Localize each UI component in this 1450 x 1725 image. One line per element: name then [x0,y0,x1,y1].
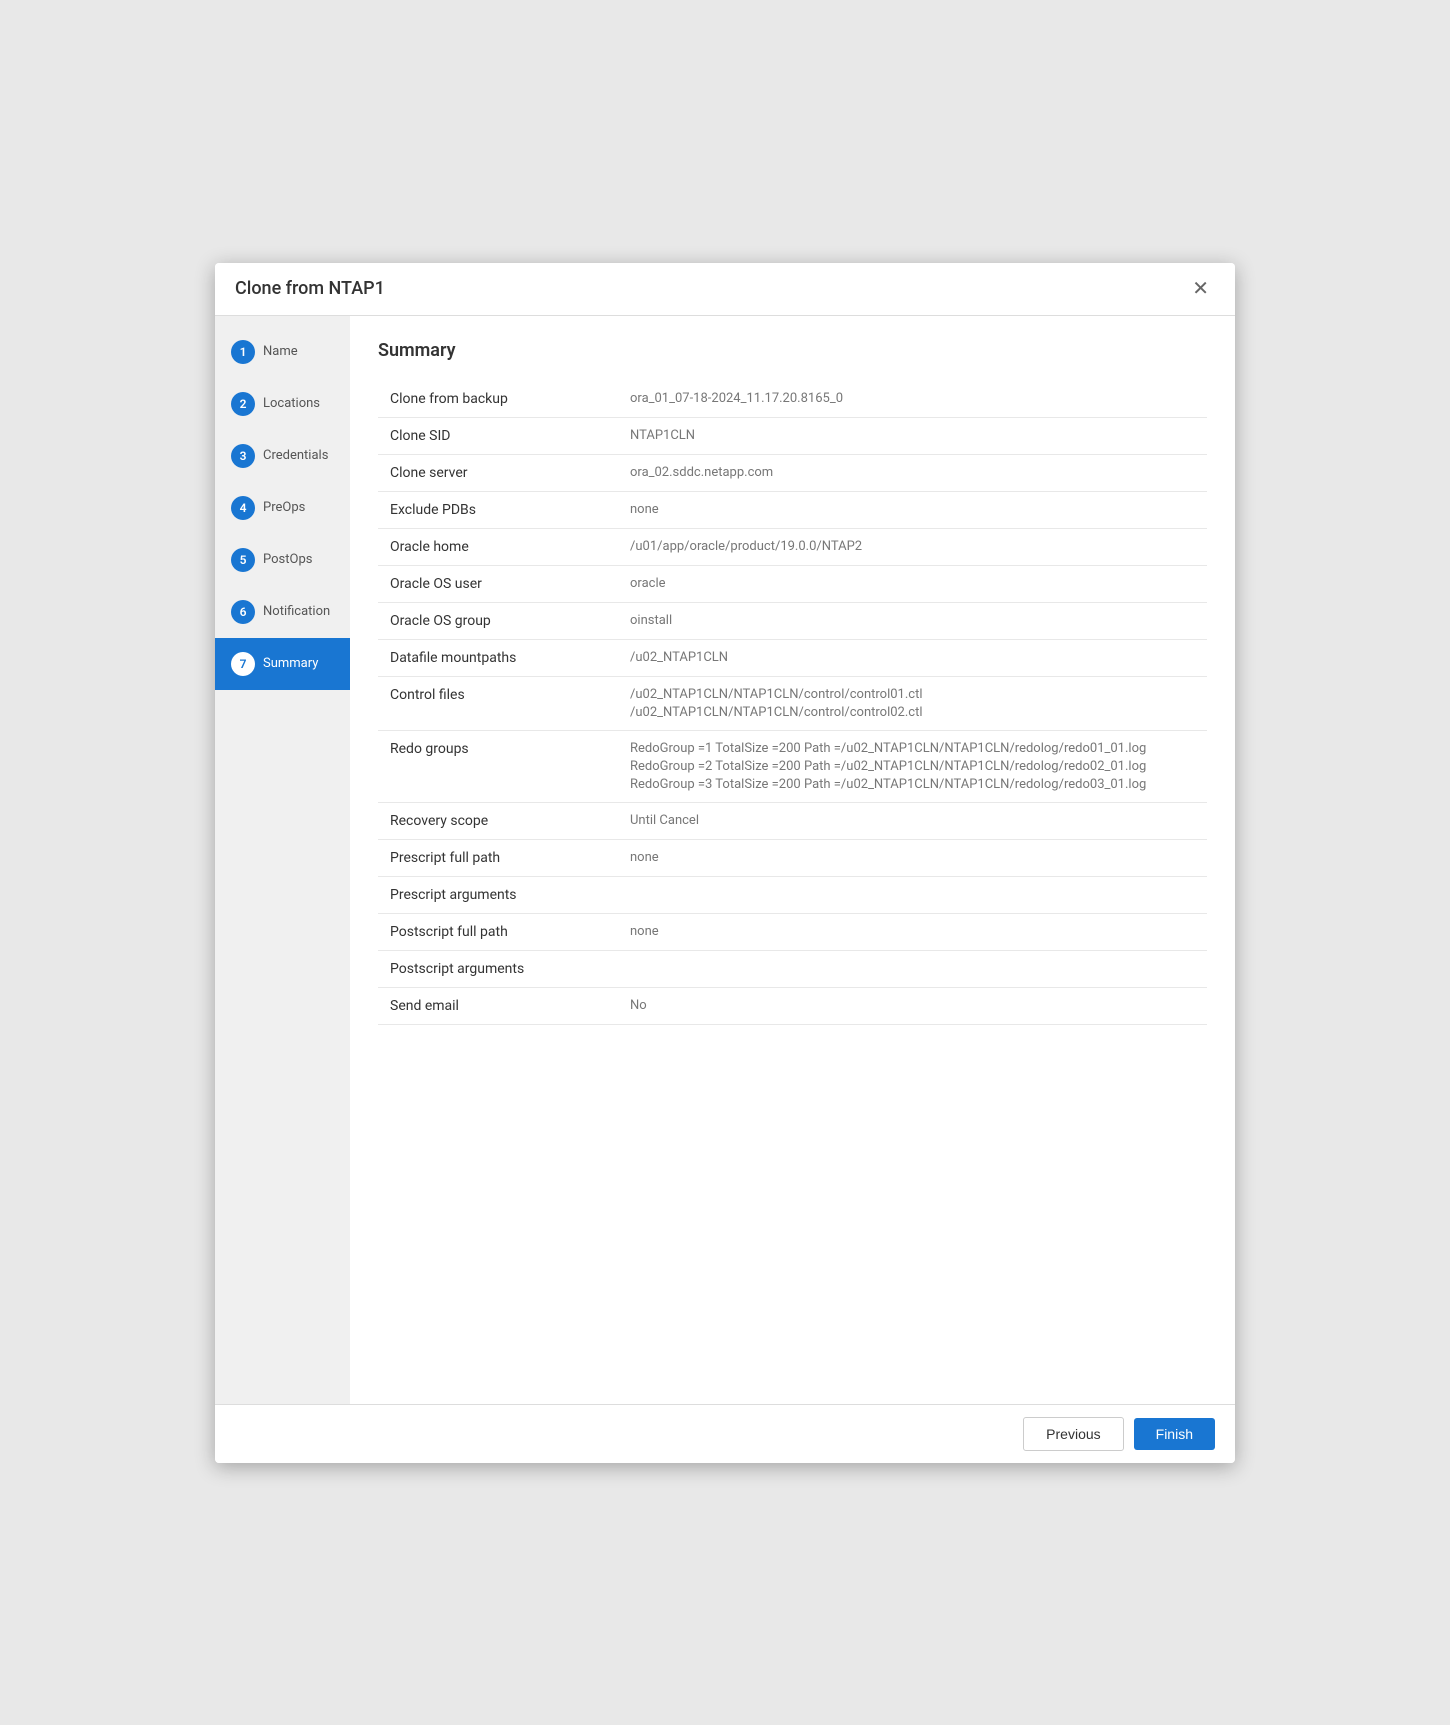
row-label-3: Exclude PDBs [378,491,618,528]
row-value-8: /u02_NTAP1CLN/NTAP1CLN/control/control01… [618,676,1207,730]
table-row: Oracle OS groupoinstall [378,602,1207,639]
row-label-5: Oracle OS user [378,565,618,602]
step-label-credentials: Credentials [263,448,328,463]
modal-header: Clone from NTAP1 ✕ [215,263,1235,316]
step-number-6: 6 [231,600,255,624]
sidebar-item-summary[interactable]: 7 Summary [215,638,350,690]
sidebar-item-credentials[interactable]: 3 Credentials [215,430,350,482]
row-label-8: Control files [378,676,618,730]
sidebar-item-name[interactable]: 1 Name [215,326,350,378]
step-number-2: 2 [231,392,255,416]
row-value-6: oinstall [618,602,1207,639]
table-row: Prescript arguments [378,876,1207,913]
step-number-5: 5 [231,548,255,572]
table-row: Prescript full pathnone [378,839,1207,876]
row-value-11: none [618,839,1207,876]
step-number-1: 1 [231,340,255,364]
row-label-0: Clone from backup [378,381,618,418]
step-number-3: 3 [231,444,255,468]
row-value-1: NTAP1CLN [618,417,1207,454]
sidebar-item-postops[interactable]: 5 PostOps [215,534,350,586]
table-row: Datafile mountpaths/u02_NTAP1CLN [378,639,1207,676]
step-label-summary: Summary [263,656,318,671]
previous-button[interactable]: Previous [1023,1417,1123,1451]
row-label-7: Datafile mountpaths [378,639,618,676]
table-row: Exclude PDBsnone [378,491,1207,528]
table-row: Clone from backupora_01_07-18-2024_11.17… [378,381,1207,418]
table-row: Recovery scopeUntil Cancel [378,802,1207,839]
finish-button[interactable]: Finish [1134,1418,1215,1450]
row-label-11: Prescript full path [378,839,618,876]
modal-footer: Previous Finish [215,1404,1235,1463]
modal-title: Clone from NTAP1 [235,278,385,299]
row-value-3: none [618,491,1207,528]
table-row: Clone serverora_02.sddc.netapp.com [378,454,1207,491]
row-label-2: Clone server [378,454,618,491]
row-value-12 [618,876,1207,913]
row-value-7: /u02_NTAP1CLN [618,639,1207,676]
row-label-6: Oracle OS group [378,602,618,639]
step-label-notification: Notification [263,604,330,619]
step-label-name: Name [263,344,298,359]
step-number-4: 4 [231,496,255,520]
modal-container: Clone from NTAP1 ✕ 1 Name 2 Locations 3 Crede… [215,263,1235,1463]
sidebar-item-locations[interactable]: 2 Locations [215,378,350,430]
table-row: Postscript full pathnone [378,913,1207,950]
row-value-4: /u01/app/oracle/product/19.0.0/NTAP2 [618,528,1207,565]
table-row: Send emailNo [378,987,1207,1024]
section-title: Summary [378,340,1207,361]
row-label-14: Postscript arguments [378,950,618,987]
row-value-2: ora_02.sddc.netapp.com [618,454,1207,491]
table-row: Control files/u02_NTAP1CLN/NTAP1CLN/cont… [378,676,1207,730]
row-label-10: Recovery scope [378,802,618,839]
close-button[interactable]: ✕ [1186,277,1215,301]
row-label-13: Postscript full path [378,913,618,950]
sidebar-item-preops[interactable]: 4 PreOps [215,482,350,534]
table-row: Postscript arguments [378,950,1207,987]
row-value-10: Until Cancel [618,802,1207,839]
row-value-0: ora_01_07-18-2024_11.17.20.8165_0 [618,381,1207,418]
row-value-15: No [618,987,1207,1024]
sidebar-item-notification[interactable]: 6 Notification [215,586,350,638]
row-value-9: RedoGroup =1 TotalSize =200 Path =/u02_N… [618,730,1207,802]
summary-table: Clone from backupora_01_07-18-2024_11.17… [378,381,1207,1025]
main-content: Summary Clone from backupora_01_07-18-20… [350,316,1235,1404]
row-label-4: Oracle home [378,528,618,565]
table-row: Oracle home/u01/app/oracle/product/19.0.… [378,528,1207,565]
step-number-7: 7 [231,652,255,676]
row-value-5: oracle [618,565,1207,602]
table-row: Clone SIDNTAP1CLN [378,417,1207,454]
row-label-12: Prescript arguments [378,876,618,913]
row-label-9: Redo groups [378,730,618,802]
modal-body: 1 Name 2 Locations 3 Credentials 4 PreOps 5 PostO… [215,316,1235,1404]
step-label-locations: Locations [263,396,320,411]
step-label-preops: PreOps [263,500,305,515]
row-value-13: none [618,913,1207,950]
step-label-postops: PostOps [263,552,312,567]
sidebar: 1 Name 2 Locations 3 Credentials 4 PreOps 5 PostO… [215,316,350,1404]
row-value-14 [618,950,1207,987]
table-row: Redo groupsRedoGroup =1 TotalSize =200 P… [378,730,1207,802]
row-label-15: Send email [378,987,618,1024]
table-row: Oracle OS useroracle [378,565,1207,602]
row-label-1: Clone SID [378,417,618,454]
